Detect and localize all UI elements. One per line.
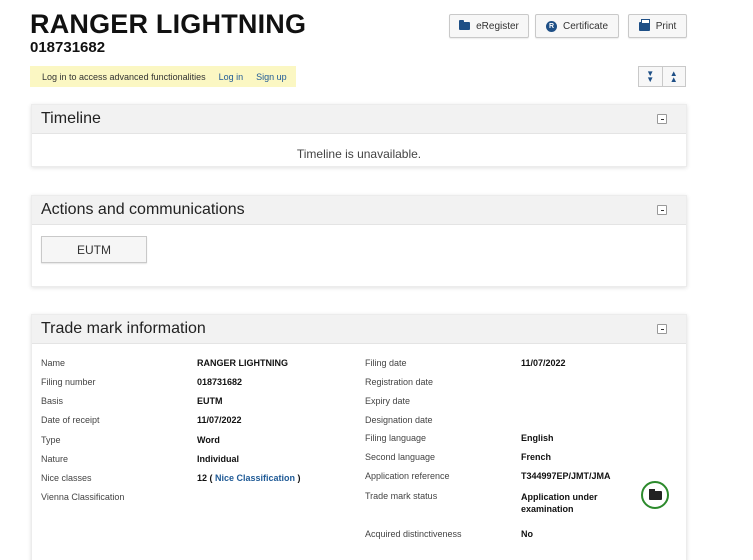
nature-label: Nature	[41, 454, 69, 464]
filing-language-value: English	[521, 433, 554, 443]
type-label: Type	[41, 435, 61, 445]
trade-mark-info-title: Trade mark information	[41, 320, 206, 337]
designation-date-label: Designation date	[365, 415, 433, 425]
collapse-all-button[interactable]: ▲ ▲	[662, 66, 686, 87]
application-reference-label: Application reference	[365, 471, 450, 481]
nice-classes-label: Nice classes	[41, 473, 92, 483]
timeline-panel: Timeline Timeline is unavailable.	[31, 104, 687, 167]
collapse-icon[interactable]	[657, 324, 667, 334]
nice-class-suffix: )	[295, 473, 301, 483]
second-language-label: Second language	[365, 452, 436, 462]
timeline-message: Timeline is unavailable.	[296, 147, 422, 161]
filing-number-heading: 018731682	[30, 39, 106, 56]
acquired-distinctiveness-label: Acquired distinctiveness	[365, 529, 462, 539]
type-value: Word	[197, 435, 220, 445]
nice-classes-value: 12 ( Nice Classification )	[197, 473, 301, 483]
application-reference-value: T344997EP/JMT/JMA	[521, 471, 611, 481]
timeline-title: Timeline	[41, 110, 101, 127]
name-label: Name	[41, 358, 66, 368]
name-value: RANGER LIGHTNING	[197, 358, 288, 368]
date-of-receipt-value: 11/07/2022	[197, 415, 242, 425]
nice-classification-link[interactable]: Nice Classification	[215, 473, 295, 483]
print-label: Print	[655, 20, 677, 32]
basis-label: Basis	[41, 396, 64, 406]
trade-mark-status-value: Application under examination	[521, 492, 598, 514]
signup-link[interactable]: Sign up	[256, 72, 287, 82]
login-banner-message: Log in to access advanced functionalitie…	[42, 71, 206, 82]
folder-icon	[648, 488, 662, 500]
page-title: RANGER LIGHTNING	[30, 9, 307, 39]
eregister-label: eRegister	[476, 20, 519, 32]
trade-mark-status-label: Trade mark status	[365, 491, 438, 501]
collapse-icon[interactable]	[657, 205, 667, 215]
nature-value: Individual	[197, 454, 240, 464]
filing-date-value: 11/07/2022	[521, 358, 566, 368]
print-button[interactable]: Print	[628, 14, 687, 38]
actions-title: Actions and communications	[41, 201, 245, 218]
eutm-button[interactable]: EUTM	[41, 236, 147, 263]
trade-mark-info-panel: Trade mark information Name RANGER LIGHT…	[31, 314, 687, 560]
filing-number-value: 018731682	[197, 377, 243, 387]
expand-all-button[interactable]: ▼ ▼	[638, 66, 663, 87]
filing-date-label: Filing date	[365, 358, 407, 368]
basis-value: EUTM	[197, 396, 223, 406]
folder-icon	[459, 20, 471, 30]
nice-class-number: 12 (	[197, 473, 216, 483]
filing-number-label: Filing number	[41, 377, 96, 387]
certificate-button[interactable]: R Certificate	[535, 14, 619, 38]
expiry-date-label: Expiry date	[365, 396, 411, 406]
login-link[interactable]: Log in	[219, 72, 244, 82]
chevrons-up-icon: ▲ ▲	[669, 68, 678, 84]
certificate-icon: R	[545, 20, 557, 32]
filing-language-label: Filing language	[365, 433, 427, 443]
chevrons-down-icon: ▼ ▼	[646, 68, 655, 84]
expand-collapse-group: ▼ ▼ ▲ ▲	[638, 66, 686, 87]
actions-panel: Actions and communications EUTM	[31, 195, 687, 287]
eregister-button[interactable]: eRegister	[449, 14, 529, 38]
date-of-receipt-label: Date of receipt	[41, 415, 100, 425]
folder-status-icon[interactable]	[641, 481, 669, 509]
registration-date-label: Registration date	[365, 377, 434, 387]
certificate-label: Certificate	[562, 20, 608, 32]
collapse-icon[interactable]	[657, 114, 667, 124]
trade-mark-info-header[interactable]: Trade mark information	[32, 315, 686, 344]
acquired-distinctiveness-value: No	[521, 529, 533, 539]
actions-header[interactable]: Actions and communications	[32, 196, 686, 225]
second-language-value: French	[521, 452, 552, 462]
timeline-header[interactable]: Timeline	[32, 105, 686, 134]
login-banner: Log in to access advanced functionalitie…	[30, 66, 296, 87]
vienna-classification-label: Vienna Classification	[41, 492, 125, 502]
printer-icon	[638, 18, 650, 31]
